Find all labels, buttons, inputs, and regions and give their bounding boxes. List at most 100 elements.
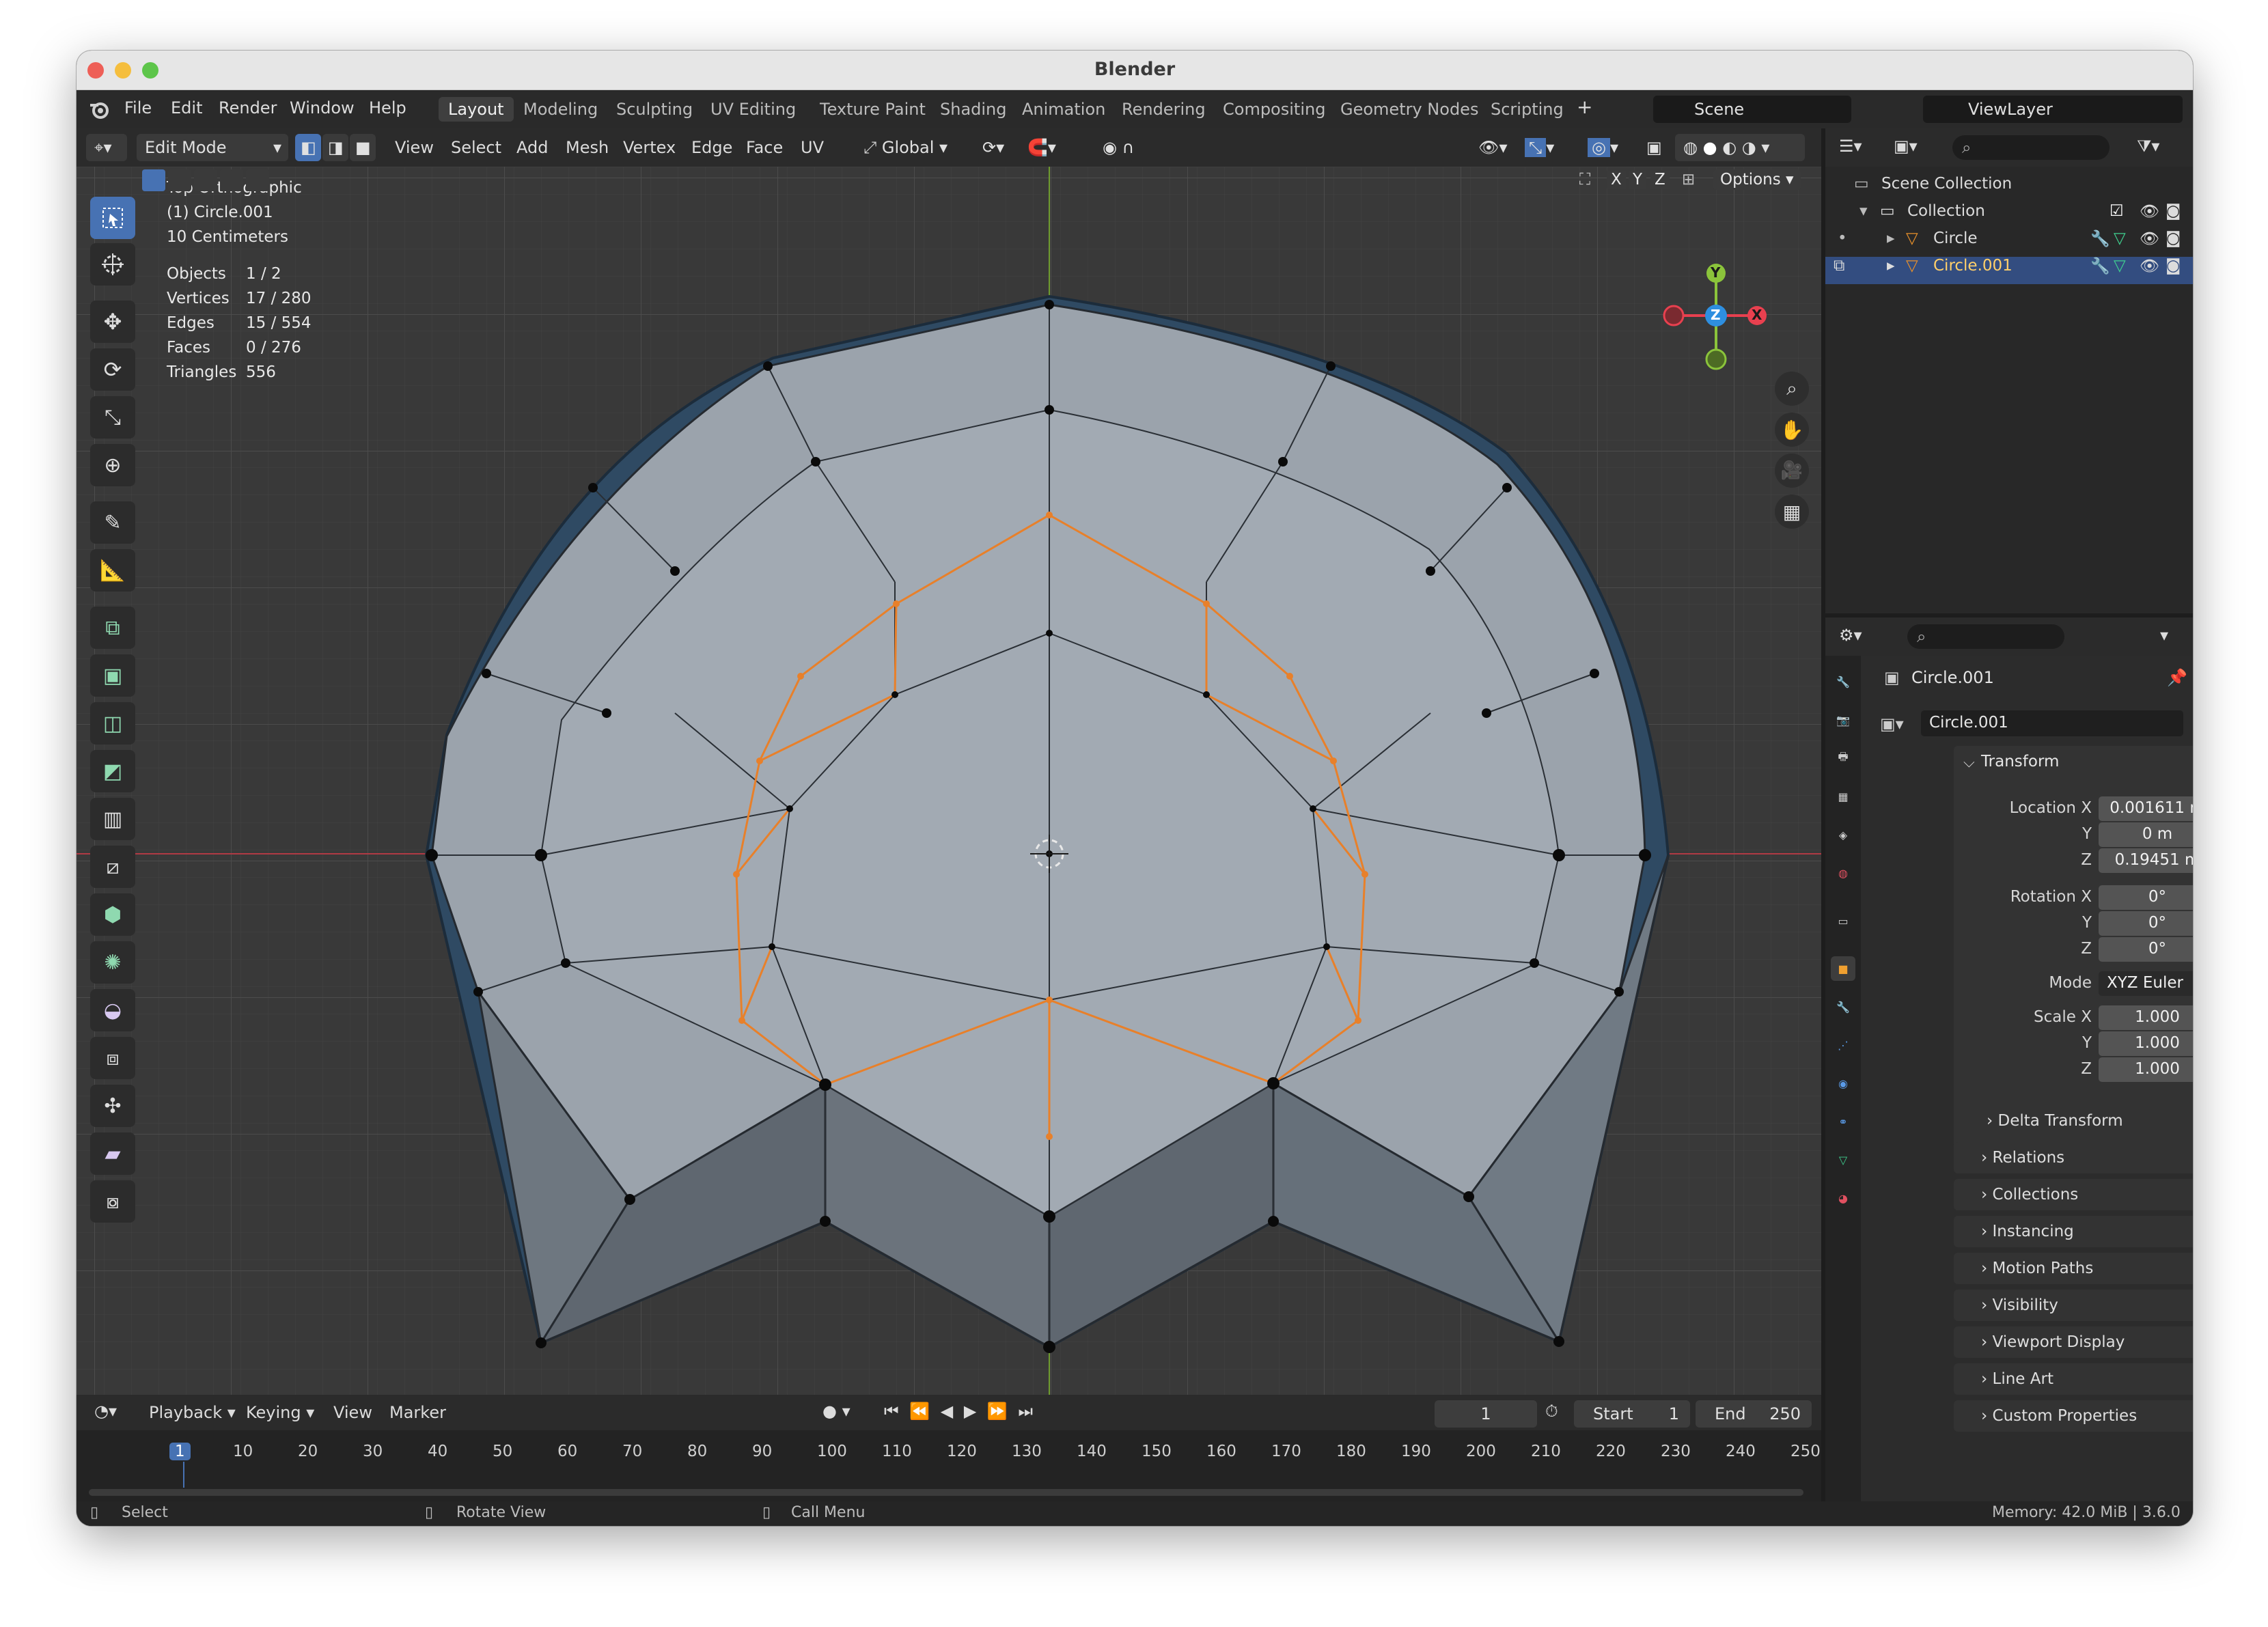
menu-edge[interactable]: Edge [691, 138, 732, 157]
menu-file[interactable]: File [124, 98, 152, 117]
shrink-fatten-tool-icon[interactable]: ✣ [90, 1085, 135, 1127]
expand-arrow-icon[interactable]: ▸ [1887, 257, 1895, 275]
edge-slide-tool-icon[interactable]: ⧈ [90, 1037, 135, 1079]
snap-icon[interactable]: 🧲▾ [1019, 134, 1082, 161]
3d-viewport[interactable]: Y Z X Top Orthographic (1) Circle.001 10… [77, 167, 1821, 1441]
mesh-data-icon[interactable]: ▽ [2114, 257, 2126, 275]
tab-texture-paint[interactable]: Texture Paint [810, 97, 935, 122]
display-mode-icon[interactable]: ▣▾ [1894, 137, 1918, 156]
menu-edit[interactable]: Edit [171, 98, 202, 117]
record-icon[interactable]: ● ▾ [822, 1402, 850, 1421]
proportional-editing-icon[interactable]: ◉ ∩ [1094, 134, 1142, 161]
blender-logo-icon[interactable] [89, 100, 109, 120]
mirror-z-toggle[interactable]: Z [1650, 171, 1670, 189]
shading-modes[interactable]: ◍ ● ◐ ◑ ▾ [1675, 134, 1805, 161]
outliner-editor-type-icon[interactable]: ☰▾ [1839, 137, 1862, 156]
select-box-extend-icon[interactable] [168, 169, 191, 191]
transform-tool-icon[interactable]: ⊕ [90, 444, 135, 486]
properties-options-icon[interactable]: ▾ [2160, 626, 2168, 645]
mirror-icon[interactable]: ⛶ [1579, 171, 1590, 189]
filter-icon[interactable]: ⧩▾ [2137, 137, 2159, 156]
outliner-row-scene-collection[interactable]: ▭ Scene Collection [1825, 175, 2193, 202]
scale-tool-icon[interactable]: ⤡ [90, 396, 135, 439]
stopwatch-icon[interactable]: ⏱ [1545, 1402, 1558, 1421]
edge-select-mode-icon[interactable]: ◨ [322, 134, 348, 161]
transform-collapse-icon[interactable]: ⌵ [1963, 754, 1975, 771]
transform-panel-title[interactable]: Transform [1981, 753, 2059, 770]
mesh-data-icon[interactable]: ▽ [2114, 230, 2126, 247]
outliner-search-input[interactable]: ⌕ [1952, 135, 2110, 160]
line-art-panel[interactable]: › Line Art [1954, 1363, 2193, 1395]
material-tab-icon[interactable]: ◕ [1831, 1186, 1855, 1210]
collapse-arrow-icon[interactable]: ▾ [1859, 202, 1868, 220]
menu-help[interactable]: Help [369, 98, 406, 117]
camera-icon[interactable]: ◙ [2166, 230, 2181, 247]
current-frame-marker[interactable]: 1 [169, 1443, 191, 1460]
cursor-tool-icon[interactable] [90, 243, 135, 286]
playback-controls-icon[interactable]: ⏮ ⏪ ◀ ▶ ⏩ ⏭ [884, 1402, 1036, 1421]
zoom-icon[interactable]: ⌕ [1775, 372, 1809, 406]
poly-build-tool-icon[interactable]: ⬢ [90, 893, 135, 936]
scale-x-field[interactable]: 1.000 [2099, 1005, 2193, 1030]
perspective-toggle-icon[interactable]: ▦ [1775, 495, 1809, 529]
add-cube-tool-icon[interactable]: ⧉ [90, 607, 135, 649]
object-name-field[interactable]: Circle.001 [1921, 710, 2183, 736]
menu-keying[interactable]: Keying ▾ [246, 1403, 314, 1422]
object-data-icon[interactable]: ▣▾ [1880, 714, 1904, 734]
smooth-tool-icon[interactable]: ◒ [90, 989, 135, 1031]
editor-type-icon[interactable]: ⌖▾ [86, 134, 127, 161]
world-tab-icon[interactable]: ◍ [1831, 861, 1855, 885]
particles-tab-icon[interactable]: ⋰ [1831, 1033, 1855, 1057]
menu-vertex[interactable]: Vertex [623, 138, 676, 157]
mirror-y-toggle[interactable]: Y [1629, 171, 1647, 189]
scene-selector[interactable]: Scene [1653, 96, 1851, 123]
modifiers-tab-icon[interactable]: 🔧 [1831, 995, 1855, 1019]
tab-compositing[interactable]: Compositing [1213, 97, 1335, 122]
eye-icon[interactable]: 👁 [2140, 202, 2159, 221]
eye-icon[interactable]: 👁 [2140, 257, 2159, 275]
data-tab-icon[interactable]: ▽ [1831, 1148, 1855, 1172]
tab-rendering[interactable]: Rendering [1112, 97, 1215, 122]
rotate-tool-icon[interactable]: ⟳ [90, 348, 135, 391]
view-layer-tab-icon[interactable]: ▦ [1831, 784, 1855, 809]
solid-shading-icon[interactable]: ● [1703, 138, 1717, 157]
physics-tab-icon[interactable]: ◉ [1831, 1071, 1855, 1096]
menu-window[interactable]: Window [290, 98, 355, 117]
timeline-editor-type-icon[interactable]: ◔▾ [94, 1402, 117, 1421]
modifier-icon[interactable]: 🔧 [2090, 257, 2110, 275]
camera-view-icon[interactable]: 🎥 [1775, 454, 1809, 488]
menu-view[interactable]: View [395, 138, 434, 157]
measure-tool-icon[interactable]: 📐 [90, 549, 135, 592]
inset-tool-icon[interactable]: ◫ [90, 702, 135, 745]
properties-editor-type-icon[interactable]: ⚙▾ [1839, 626, 1862, 645]
viewport-display-panel[interactable]: › Viewport Display [1954, 1326, 2193, 1358]
select-box-tool-icon[interactable] [90, 197, 135, 239]
tab-animation[interactable]: Animation [1012, 97, 1115, 122]
timeline-scrollbar[interactable] [89, 1489, 1803, 1496]
visibility-icon[interactable]: 👁▾ [1470, 134, 1511, 161]
tab-modeling[interactable]: Modeling [514, 97, 607, 122]
tab-uv-editing[interactable]: UV Editing [701, 97, 805, 122]
menu-mesh[interactable]: Mesh [566, 138, 609, 157]
menu-playback[interactable]: Playback ▾ [149, 1403, 236, 1422]
xray-toggle-icon[interactable]: ▣ [1638, 134, 1665, 161]
menu-add[interactable]: Add [516, 138, 548, 157]
tab-sculpting[interactable]: Sculpting [607, 97, 702, 122]
pivot-point-icon[interactable]: ⟳▾ [974, 134, 1015, 161]
constraints-tab-icon[interactable]: ⚭ [1831, 1109, 1855, 1134]
output-tab-icon[interactable]: 🖶 [1831, 746, 1855, 770]
edit-mode-icon[interactable]: ⧉ [1834, 257, 1844, 275]
collections-panel[interactable]: › Collections [1954, 1179, 2193, 1210]
material-shading-icon[interactable]: ◐ [1722, 138, 1737, 157]
extrude-tool-icon[interactable]: ▣ [90, 654, 135, 697]
modifier-icon[interactable]: 🔧 [2090, 230, 2110, 248]
eye-icon[interactable]: 👁 [2140, 230, 2159, 248]
delta-transform-subpanel[interactable]: › Delta Transform [1987, 1112, 2123, 1130]
move-tool-icon[interactable]: ✥ [90, 301, 135, 343]
collection-tab-icon[interactable]: ▭ [1831, 908, 1855, 933]
select-box-intersect-icon[interactable] [246, 169, 269, 191]
bevel-tool-icon[interactable]: ◩ [90, 750, 135, 792]
select-box-invert-icon[interactable] [220, 169, 243, 191]
face-select-mode-icon[interactable]: ■ [350, 134, 376, 161]
instancing-panel[interactable]: › Instancing [1954, 1216, 2193, 1247]
